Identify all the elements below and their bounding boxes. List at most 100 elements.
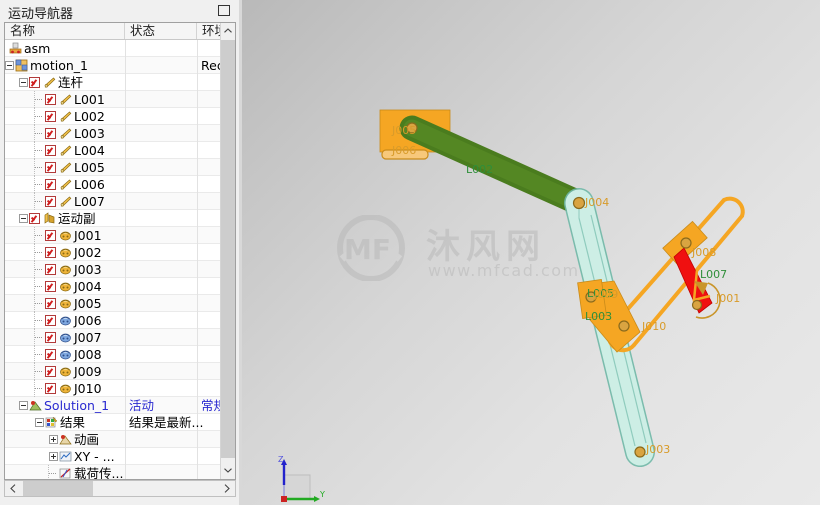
row-checkbox[interactable]	[45, 111, 56, 122]
joint-rev-icon	[59, 382, 72, 395]
column-divider	[125, 431, 126, 448]
link-icon	[59, 127, 72, 140]
expand-toggle-expanded[interactable]	[19, 78, 28, 87]
row-checkbox[interactable]	[45, 196, 56, 207]
row-checkbox[interactable]	[45, 128, 56, 139]
tree-connector-vertical	[34, 142, 36, 159]
tree-row[interactable]: L004	[5, 142, 220, 159]
tree-row[interactable]: J007	[5, 329, 220, 346]
tree-row[interactable]: J002	[5, 244, 220, 261]
column-divider	[125, 108, 126, 125]
row-checkbox[interactable]	[29, 213, 40, 224]
tree-row[interactable]: J010	[5, 380, 220, 397]
annotation-label: J004	[585, 196, 610, 209]
tree-row[interactable]: motion_1 Recu	[5, 57, 232, 74]
tree-row[interactable]: XY - ...	[5, 448, 220, 465]
column-divider	[125, 448, 126, 465]
tree-row[interactable]: L003	[5, 125, 220, 142]
joint-slider-icon	[59, 348, 72, 361]
tree-row[interactable]: 运动副	[5, 210, 220, 227]
tree-row[interactable]: J009	[5, 363, 220, 380]
row-checkbox[interactable]	[45, 145, 56, 156]
column-divider	[125, 465, 126, 479]
link-icon	[59, 93, 72, 106]
row-checkbox[interactable]	[45, 281, 56, 292]
row-checkbox[interactable]	[45, 230, 56, 241]
column-divider	[197, 142, 198, 159]
row-checkbox[interactable]	[45, 264, 56, 275]
joint-markers	[406, 122, 703, 458]
tree-row-label: 连杆	[58, 75, 84, 90]
row-checkbox[interactable]	[45, 349, 56, 360]
tree-row[interactable]: Solution_1 活动 常规	[5, 397, 226, 414]
tree-row[interactable]: J006	[5, 312, 220, 329]
row-checkbox[interactable]	[45, 179, 56, 190]
graphics-view[interactable]: MF 沐风网 www.mfcad.com J005 J006 L002 J004…	[242, 0, 820, 505]
tree-row[interactable]: J003	[5, 261, 220, 278]
expand-toggle-expanded[interactable]	[35, 418, 44, 427]
row-checkbox[interactable]	[45, 315, 56, 326]
tree-row-label: J002	[74, 245, 102, 260]
annotation-label: J003	[646, 443, 671, 456]
animation-icon	[59, 433, 72, 446]
tree-row-label: Solution_1	[44, 398, 110, 413]
tree-connector-vertical	[34, 227, 36, 244]
tree-row-label: J007	[74, 330, 102, 345]
horizontal-scrollbar[interactable]	[4, 480, 236, 497]
row-checkbox[interactable]	[45, 366, 56, 377]
row-checkbox[interactable]	[45, 298, 56, 309]
tree-row[interactable]: 结果 结果是最新...	[5, 414, 220, 431]
row-checkbox[interactable]	[45, 383, 56, 394]
link-L002	[399, 115, 592, 216]
joint-slider-icon	[59, 331, 72, 344]
column-divider	[197, 108, 198, 125]
tree-row[interactable]: L002	[5, 108, 220, 125]
tree-row-label: J005	[74, 296, 102, 311]
tree-row[interactable]: 连杆	[5, 74, 220, 91]
row-checkbox[interactable]	[45, 162, 56, 173]
tree-row[interactable]: J005	[5, 295, 220, 312]
vertical-scrollbar-thumb[interactable]	[221, 40, 235, 458]
tree-row[interactable]: L006	[5, 176, 220, 193]
tree-row-label: L003	[74, 126, 105, 141]
chevron-up-icon[interactable]	[221, 23, 235, 39]
column-divider	[125, 159, 126, 176]
horizontal-scrollbar-thumb[interactable]	[23, 481, 93, 496]
expand-toggle-expanded[interactable]	[19, 401, 28, 410]
maximize-icon[interactable]	[218, 5, 230, 16]
expand-toggle-expanded[interactable]	[19, 214, 28, 223]
tree-row[interactable]: J004	[5, 278, 220, 295]
tree-row[interactable]: 动画	[5, 431, 220, 448]
tree-row[interactable]: L001	[5, 91, 220, 108]
link-icon	[59, 178, 72, 191]
results-icon	[45, 416, 58, 429]
chevron-down-icon[interactable]	[221, 463, 235, 479]
row-checkbox[interactable]	[45, 247, 56, 258]
vertical-scrollbar[interactable]	[220, 23, 235, 479]
column-divider	[197, 380, 198, 397]
expand-toggle-collapsed[interactable]	[49, 435, 58, 444]
tree-row[interactable]: asm	[5, 40, 220, 57]
tree-row[interactable]: 载荷传...	[5, 465, 220, 479]
column-divider	[197, 363, 198, 380]
row-checkbox[interactable]	[29, 77, 40, 88]
tree-header: 名称 状态 环境	[5, 23, 235, 40]
expand-toggle-collapsed[interactable]	[49, 452, 58, 461]
joint-rev-icon	[59, 297, 72, 310]
chevron-right-icon[interactable]	[219, 481, 235, 496]
link-icon	[59, 110, 72, 123]
tree-row[interactable]: J008	[5, 346, 220, 363]
chevron-left-icon[interactable]	[5, 481, 21, 496]
expand-toggle-expanded[interactable]	[5, 61, 14, 70]
row-checkbox[interactable]	[45, 94, 56, 105]
column-divider	[197, 74, 198, 91]
coordinate-triad: Z Y	[278, 455, 325, 502]
motion-icon	[15, 59, 28, 72]
column-header-status[interactable]: 状态	[125, 23, 197, 39]
tree-row[interactable]: L007	[5, 193, 220, 210]
column-header-name[interactable]: 名称	[5, 23, 125, 39]
tree-row[interactable]: J001	[5, 227, 220, 244]
column-divider	[125, 295, 126, 312]
row-checkbox[interactable]	[45, 332, 56, 343]
tree-row[interactable]: L005	[5, 159, 220, 176]
